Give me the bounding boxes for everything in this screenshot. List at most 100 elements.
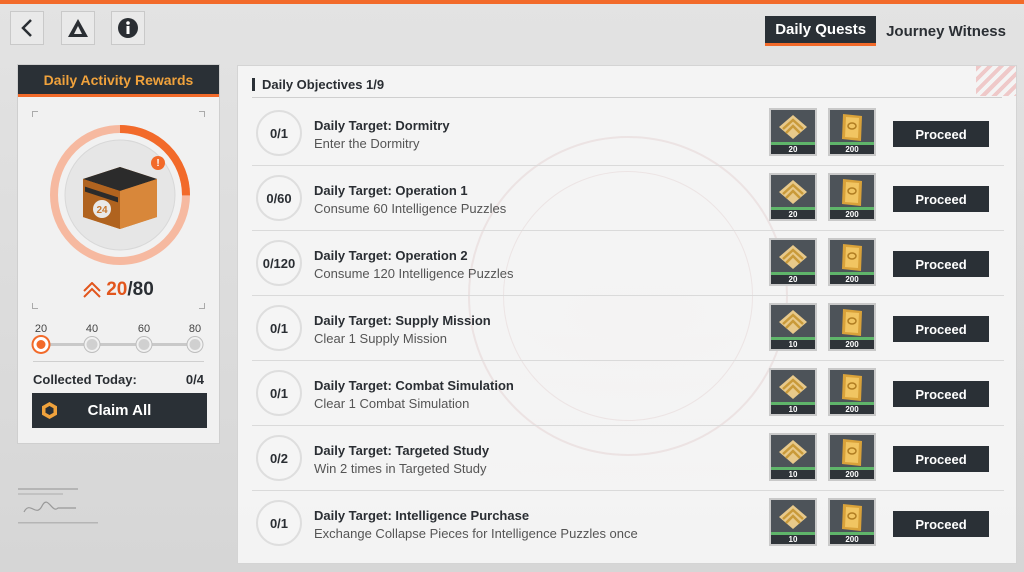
gold-bar-icon bbox=[842, 439, 862, 466]
reward-activity-item[interactable]: 10 bbox=[769, 303, 817, 351]
activity-rewards-panel: Daily Activity Rewards 24 ! 20/80 20 40 … bbox=[17, 64, 220, 444]
tab-journey-witness[interactable]: Journey Witness bbox=[876, 16, 1016, 46]
reward-gold-item[interactable]: 200 bbox=[828, 433, 876, 481]
gold-bar-icon bbox=[842, 504, 862, 531]
collected-label: Collected Today: bbox=[33, 372, 137, 387]
reward-gold-item[interactable]: 200 bbox=[828, 238, 876, 286]
reward-amount: 20 bbox=[771, 207, 815, 219]
milestone-node-60[interactable] bbox=[136, 337, 152, 352]
quest-title: Daily Target: Combat Simulation bbox=[314, 378, 514, 393]
reward-amount: 200 bbox=[830, 337, 874, 349]
quest-title: Daily Target: Supply Mission bbox=[314, 313, 491, 328]
quest-description: Consume 60 Intelligence Puzzles bbox=[314, 201, 507, 216]
activity-points-icon bbox=[779, 505, 807, 529]
milestone-label: 20 bbox=[34, 323, 48, 335]
quest-row: 0/120 Daily Target: Operation 2 Consume … bbox=[252, 231, 1004, 296]
quest-progress: 0/1 bbox=[256, 305, 302, 351]
quest-row: 0/2 Daily Target: Targeted Study Win 2 t… bbox=[252, 426, 1004, 491]
divider bbox=[33, 361, 204, 362]
quest-description: Consume 120 Intelligence Puzzles bbox=[314, 266, 514, 281]
quest-title: Daily Target: Intelligence Purchase bbox=[314, 508, 530, 523]
back-button[interactable] bbox=[10, 11, 44, 45]
reward-amount: 10 bbox=[771, 532, 815, 544]
quest-row: 0/1 Daily Target: Combat Simulation Clea… bbox=[252, 361, 1004, 426]
claim-all-label: Claim All bbox=[87, 402, 152, 419]
title-rule bbox=[252, 97, 1002, 98]
activity-points-icon bbox=[779, 375, 807, 399]
proceed-button[interactable]: Proceed bbox=[893, 316, 989, 342]
collected-today: Collected Today: 0/4 bbox=[33, 372, 204, 387]
corner-mark bbox=[199, 303, 205, 309]
milestone-track: 20 40 60 80 bbox=[33, 323, 203, 353]
reward-gold-item[interactable]: 200 bbox=[828, 108, 876, 156]
activity-points-icon bbox=[83, 282, 101, 298]
quest-progress: 0/2 bbox=[256, 435, 302, 481]
quest-description: Exchange Collapse Pieces for Intelligenc… bbox=[314, 526, 638, 541]
quest-description: Enter the Dormitry bbox=[314, 136, 420, 151]
reward-gold-item[interactable]: 200 bbox=[828, 303, 876, 351]
activity-points-icon bbox=[779, 180, 807, 204]
logo-button[interactable] bbox=[61, 11, 95, 45]
gold-bar-icon bbox=[842, 309, 862, 336]
quest-description: Clear 1 Combat Simulation bbox=[314, 396, 470, 411]
activity-points-icon bbox=[779, 115, 807, 139]
gold-bar-icon bbox=[842, 374, 862, 401]
reward-activity-item[interactable]: 20 bbox=[769, 238, 817, 286]
info-button[interactable] bbox=[111, 11, 145, 45]
reward-amount: 10 bbox=[771, 337, 815, 349]
activity-progress-ring[interactable]: 24 ! bbox=[47, 122, 193, 268]
chest-number: 24 bbox=[96, 205, 108, 216]
reward-gold-item[interactable]: 200 bbox=[828, 173, 876, 221]
back-arrow-icon bbox=[21, 19, 32, 37]
milestone-label: 60 bbox=[137, 323, 151, 335]
gold-bar-icon bbox=[842, 114, 862, 141]
reward-activity-item[interactable]: 10 bbox=[769, 498, 817, 546]
milestone-node-20[interactable] bbox=[33, 337, 49, 352]
claim-all-button[interactable]: Claim All bbox=[32, 393, 207, 428]
collected-value: 0/4 bbox=[185, 372, 204, 387]
reward-amount: 10 bbox=[771, 402, 815, 414]
reward-activity-item[interactable]: 10 bbox=[769, 433, 817, 481]
corner-mark bbox=[32, 111, 38, 117]
quest-description: Win 2 times in Targeted Study bbox=[314, 461, 487, 476]
reward-activity-item[interactable]: 10 bbox=[769, 368, 817, 416]
milestone-node-80[interactable] bbox=[187, 337, 203, 352]
milestone-label: 40 bbox=[85, 323, 99, 335]
quest-progress: 0/1 bbox=[256, 500, 302, 546]
quest-progress: 0/60 bbox=[256, 175, 302, 221]
milestone-label: 80 bbox=[188, 323, 202, 335]
proceed-button[interactable]: Proceed bbox=[893, 251, 989, 277]
milestone-node-40[interactable] bbox=[84, 337, 100, 352]
quest-title: Daily Target: Operation 1 bbox=[314, 183, 468, 198]
reward-amount: 200 bbox=[830, 402, 874, 414]
reward-activity-item[interactable]: 20 bbox=[769, 108, 817, 156]
gold-bar-icon bbox=[842, 179, 862, 206]
corner-stripe-decoration bbox=[976, 66, 1016, 96]
reward-gold-item[interactable]: 200 bbox=[828, 368, 876, 416]
activity-rewards-title: Daily Activity Rewards bbox=[18, 65, 219, 97]
proceed-button[interactable]: Proceed bbox=[893, 446, 989, 472]
reward-amount: 200 bbox=[830, 207, 874, 219]
activity-points: 20/80 bbox=[18, 279, 219, 301]
info-icon bbox=[118, 18, 138, 38]
reward-amount: 200 bbox=[830, 272, 874, 284]
proceed-button[interactable]: Proceed bbox=[893, 186, 989, 212]
quest-row: 0/1 Daily Target: Supply Mission Clear 1… bbox=[252, 296, 1004, 361]
gold-bar-icon bbox=[842, 244, 862, 271]
claim-hexagon-icon bbox=[42, 402, 57, 419]
top-bar: Daily Quests Journey Witness bbox=[0, 4, 1024, 52]
reward-amount: 200 bbox=[830, 142, 874, 154]
reward-amount: 200 bbox=[830, 532, 874, 544]
quest-description: Clear 1 Supply Mission bbox=[314, 331, 447, 346]
tab-daily-quests[interactable]: Daily Quests bbox=[765, 16, 877, 46]
reward-activity-item[interactable]: 20 bbox=[769, 173, 817, 221]
quest-title: Daily Target: Dormitry bbox=[314, 118, 450, 133]
quest-title: Daily Target: Operation 2 bbox=[314, 248, 468, 263]
reward-gold-item[interactable]: 200 bbox=[828, 498, 876, 546]
proceed-button[interactable]: Proceed bbox=[893, 121, 989, 147]
quest-row: 0/60 Daily Target: Operation 1 Consume 6… bbox=[252, 166, 1004, 231]
proceed-button[interactable]: Proceed bbox=[893, 511, 989, 537]
activity-current: 20 bbox=[106, 279, 128, 300]
proceed-button[interactable]: Proceed bbox=[893, 381, 989, 407]
reward-amount: 200 bbox=[830, 467, 874, 479]
